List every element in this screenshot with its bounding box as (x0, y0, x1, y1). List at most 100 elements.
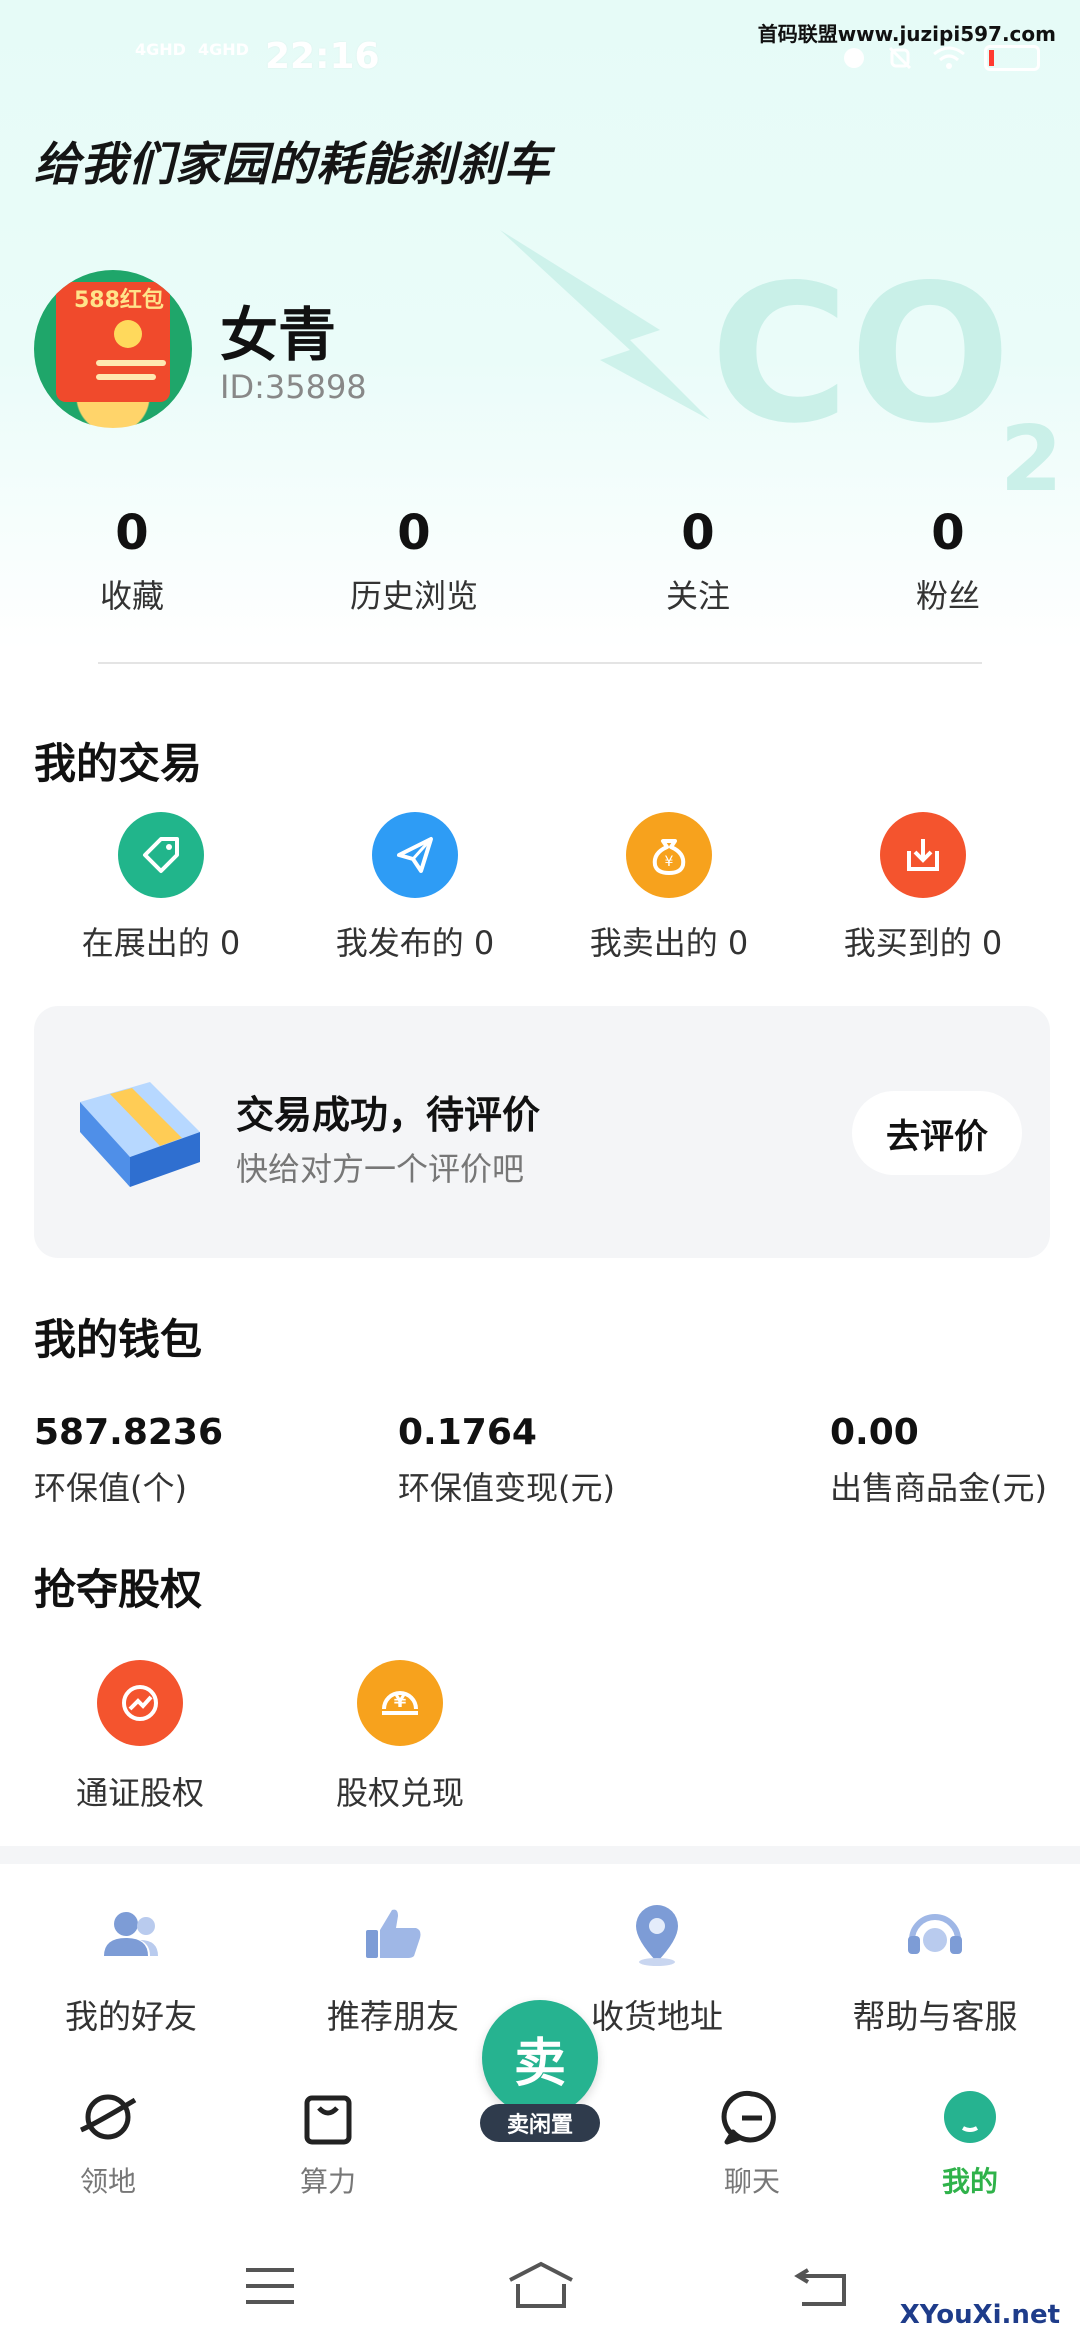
tab-label: 我的 (941, 2165, 998, 2198)
svg-text:¥: ¥ (665, 854, 674, 870)
stat-favorites[interactable]: 0 收藏 (32, 505, 232, 617)
trade-label: 我买到的 0 (843, 924, 1003, 962)
sell-button[interactable]: 卖 (482, 2000, 598, 2116)
tab-territory[interactable]: 领地 (28, 2084, 188, 2200)
download-box-icon (880, 812, 966, 898)
tab-compute[interactable]: 算力 (248, 2084, 408, 2200)
tab-mine[interactable]: 我的 (890, 2084, 1050, 2200)
signal-indicator-2: 4GHD (198, 40, 249, 59)
location-pin-icon (636, 1905, 678, 1966)
home-icon[interactable] (506, 2260, 576, 2310)
stat-value: 0 (397, 505, 431, 561)
tab-label: 算力 (299, 2165, 356, 2198)
bottom-watermark: XYouXi.net (899, 2300, 1060, 2330)
cash-stack-icon (80, 1082, 200, 1187)
co2-text: CO (710, 244, 1011, 465)
stats-row: 0 收藏 0 历史浏览 0 关注 0 粉丝 (0, 505, 1080, 625)
section-title-wallet: 我的钱包 (34, 1315, 203, 1364)
stat-label: 收藏 (99, 577, 164, 615)
wallet-value: 0.1764 (398, 1412, 537, 1453)
section-title-equity: 抢夺股权 (34, 1565, 203, 1614)
menu-icon[interactable] (244, 2266, 296, 2306)
tab-chat[interactable]: 聊天 (672, 2084, 832, 2200)
stat-value: 0 (931, 505, 965, 561)
friends-icon (104, 1912, 158, 1956)
wifi-icon (933, 46, 965, 69)
util-friends[interactable]: 我的好友 (6, 1900, 256, 2038)
money-bag-icon: ¥ (626, 812, 712, 898)
chat-bubble-icon (721, 2090, 776, 2145)
util-label: 帮助与客服 (852, 1997, 1018, 2036)
review-card: 交易成功，待评价 快给对方一个评价吧 去评价 (34, 1006, 1050, 1258)
wallet-value: 587.8236 (34, 1412, 224, 1453)
mute-icon (888, 46, 912, 70)
avatar[interactable]: 588红包 (34, 270, 192, 428)
review-title: 交易成功，待评价 (236, 1093, 541, 1137)
tag-icon (118, 812, 204, 898)
section-title-trade: 我的交易 (34, 739, 203, 788)
equity-label: 股权兑现 (335, 1774, 464, 1812)
equity-cashout[interactable]: ¥ 股权兑现 (300, 1660, 500, 1814)
wallet-sale-funds[interactable]: 0.00 出售商品金(元) (830, 1412, 1047, 1509)
alarm-icon (844, 48, 864, 68)
tab-label: 聊天 (723, 2165, 780, 2198)
wallet-value: 0.00 (830, 1412, 919, 1453)
util-label: 我的好友 (65, 1997, 197, 2036)
wallet-eco-value[interactable]: 587.8236 环保值(个) (34, 1412, 223, 1509)
stat-label: 历史浏览 (349, 577, 478, 615)
slogan: 给我们家园的耗能刹刹车 (34, 137, 551, 191)
trade-published[interactable]: 我发布的 0 (288, 812, 542, 964)
top-watermark: 首码联盟www.juzipi597.com (757, 22, 1056, 46)
svg-text:¥: ¥ (394, 1691, 407, 1712)
trade-grid: 在展出的 0 我发布的 0 ¥ 我卖出的 0 我买到的 0 (0, 812, 1080, 992)
planet-icon (79, 2094, 137, 2140)
profile-icon (944, 2091, 996, 2143)
tab-label: 领地 (79, 2165, 136, 2198)
user-id: ID:35898 (220, 368, 367, 406)
util-label: 推荐朋友 (327, 1997, 459, 2036)
trade-bought[interactable]: 我买到的 0 (796, 812, 1050, 964)
co2-subscript: 2 (1000, 407, 1063, 512)
stat-following[interactable]: 0 关注 (598, 505, 798, 617)
trade-sold[interactable]: ¥ 我卖出的 0 (542, 812, 796, 964)
trade-label: 我发布的 0 (335, 924, 495, 962)
status-icons (840, 44, 1040, 72)
wallet-eco-cash[interactable]: 0.1764 环保值变现(元) (398, 1412, 615, 1509)
equity-label: 通证股权 (75, 1774, 204, 1812)
system-nav-bar: XYouXi.net (0, 2220, 1080, 2340)
stat-value: 0 (115, 505, 149, 561)
sell-tag[interactable]: 卖闲置 (480, 2104, 600, 2142)
stat-fans[interactable]: 0 粉丝 (848, 505, 1048, 617)
trade-on-display[interactable]: 在展出的 0 (34, 812, 288, 964)
signal-indicator-1: 4GHD (135, 40, 186, 59)
co2-illustration: CO 2 (500, 230, 1063, 512)
wallet-label: 出售商品金(元) (830, 1469, 1047, 1507)
status-bar: 4GHD 4GHD 22:16 首码联盟www.juzipi597.com (0, 22, 1080, 90)
wallet-label: 环保值(个) (34, 1469, 187, 1507)
equity-token[interactable]: 通证股权 (40, 1660, 240, 1814)
coin-icon (114, 320, 142, 348)
review-button[interactable]: 去评价 (852, 1091, 1022, 1175)
shopping-bag-icon (304, 2095, 352, 2145)
headset-icon (908, 1914, 962, 1954)
wallet-label: 环保值变现(元) (398, 1469, 615, 1507)
review-subtitle: 快给对方一个评价吧 (236, 1150, 525, 1188)
section-separator (0, 1846, 1080, 1864)
stat-label: 粉丝 (915, 577, 980, 615)
util-help[interactable]: 帮助与客服 (810, 1900, 1060, 2038)
stat-label: 关注 (665, 577, 730, 615)
util-recommend[interactable]: 推荐朋友 (268, 1900, 518, 2038)
trade-label: 我卖出的 0 (589, 924, 749, 962)
yen-coin-icon: ¥ (357, 1660, 443, 1746)
avatar-card: 588红包 (56, 282, 170, 402)
stat-history[interactable]: 0 历史浏览 (314, 505, 514, 617)
paper-plane-icon (372, 812, 458, 898)
thumbs-up-icon (366, 1909, 421, 1958)
divider (98, 662, 982, 664)
back-icon[interactable] (794, 2264, 850, 2308)
battery-icon (984, 45, 1040, 71)
username: 女青 (220, 301, 337, 369)
stat-value: 0 (681, 505, 715, 561)
avatar-badge: 588红包 (74, 288, 164, 313)
clock: 22:16 (265, 36, 380, 77)
